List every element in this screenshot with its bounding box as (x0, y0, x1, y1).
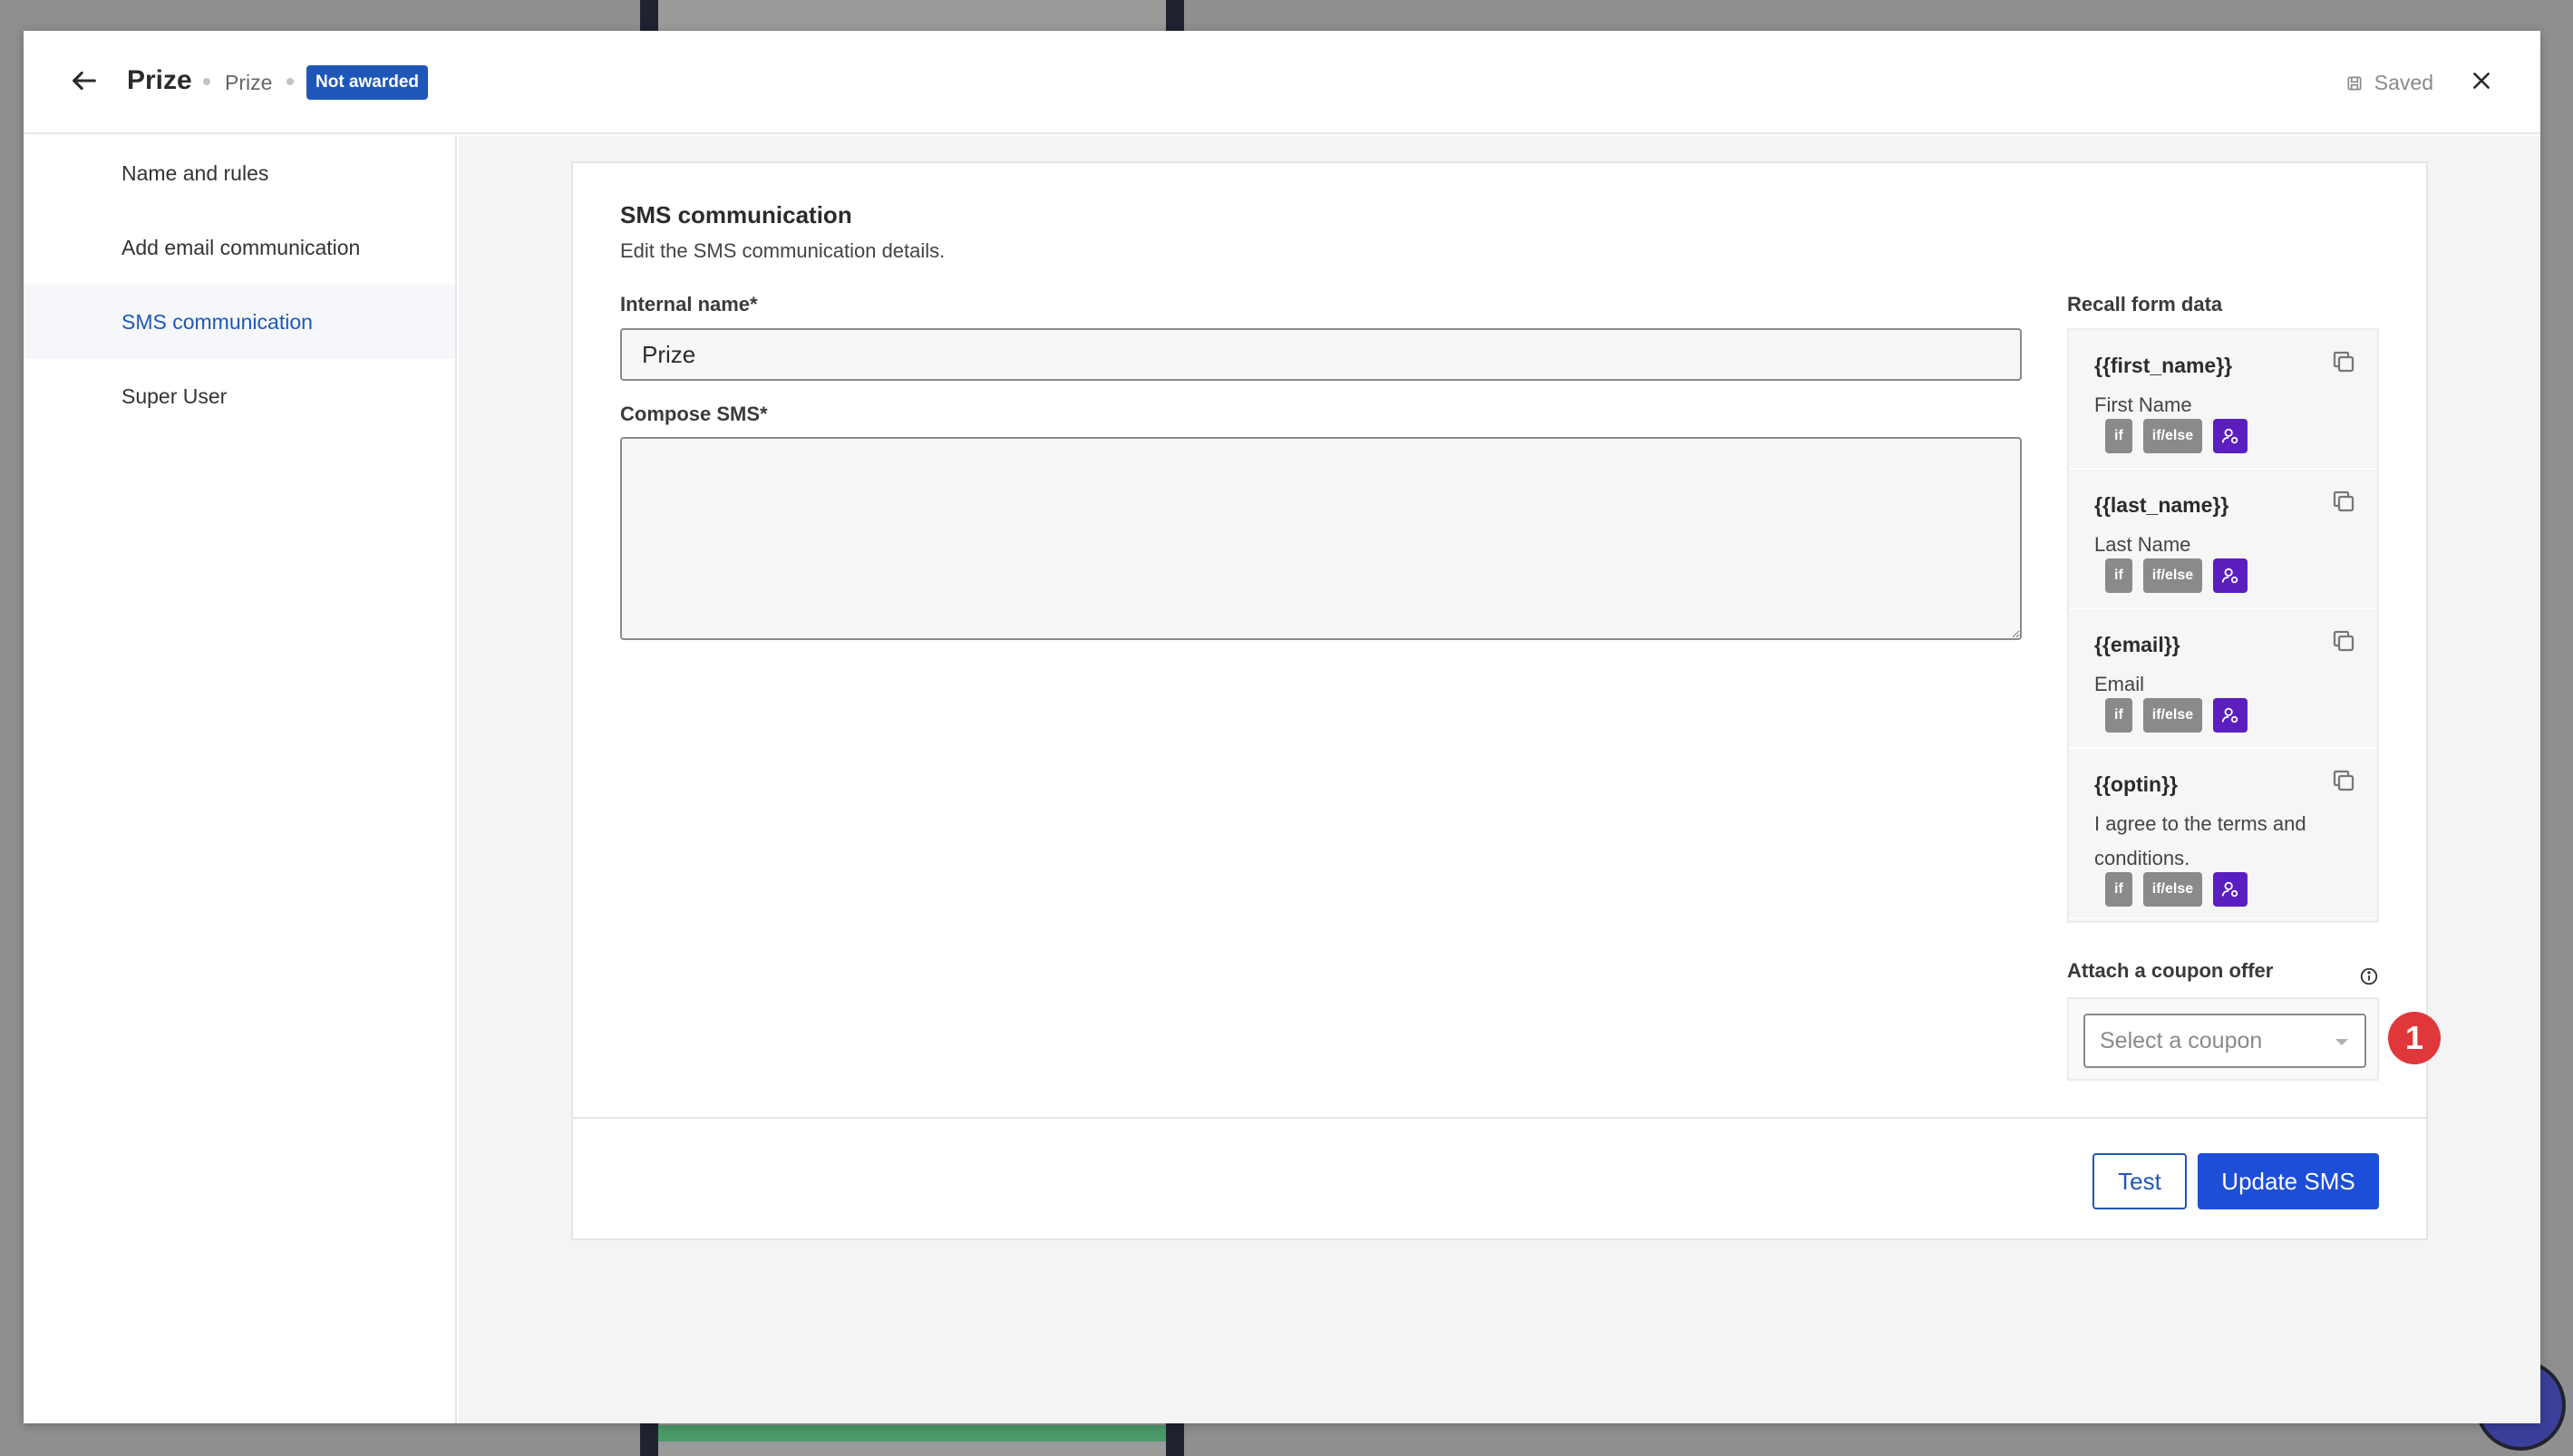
coupon-placeholder: Select a coupon (2100, 1028, 2263, 1053)
recall-item: {{email}} Email if if/else (2069, 609, 2377, 749)
update-sms-button[interactable]: Update SMS (2198, 1153, 2379, 1209)
section-title: SMS communication (620, 201, 852, 228)
copy-icon[interactable] (2330, 348, 2357, 375)
if-else-tag[interactable]: if/else (2142, 698, 2203, 733)
coupon-label: Attach a coupon offer (2067, 959, 2274, 982)
recall-variable: {{first_name}} (2094, 354, 2233, 377)
recall-form-data-label: Recall form data (2067, 293, 2223, 315)
arrow-left-icon (73, 71, 96, 91)
if-else-tag[interactable]: if/else (2142, 419, 2203, 453)
copy-icon[interactable] (2330, 767, 2357, 794)
sidebar-item-super-user[interactable]: Super User (24, 359, 455, 433)
section-description: Edit the SMS communication details. (620, 239, 946, 262)
user-icon (2221, 568, 2238, 584)
sidebar-item-sms-communication[interactable]: SMS communication (24, 285, 455, 359)
user-icon (2221, 707, 2238, 723)
edit-modal: Prize Prize Not awarded Saved Name and r… (24, 31, 2540, 1423)
person-tag[interactable] (2213, 558, 2248, 593)
internal-name-label: Internal name* (620, 293, 758, 315)
if-else-tag[interactable]: if/else (2142, 872, 2203, 907)
if-tag[interactable]: if (2105, 872, 2132, 907)
coupon-box: Select a coupon (2067, 997, 2379, 1081)
sms-form-card: SMS communication Edit the SMS communica… (571, 161, 2441, 1240)
status-badge: Not awarded (306, 65, 429, 100)
chevron-down-icon (2335, 1039, 2348, 1045)
back-button[interactable] (62, 58, 107, 103)
recall-description: Last Name (2094, 533, 2191, 556)
if-else-tag[interactable]: if/else (2142, 558, 2203, 593)
recall-description: I agree to the terms and conditions. (2094, 812, 2306, 869)
recall-item: {{optin}} I agree to the terms and condi… (2069, 749, 2377, 919)
info-icon[interactable] (2359, 966, 2379, 986)
recall-variable: {{email}} (2094, 633, 2180, 656)
saved-status: Saved (2345, 71, 2433, 95)
internal-name-input[interactable]: Prize (620, 328, 2022, 381)
compose-sms-textarea[interactable] (620, 437, 2022, 640)
modal-header: Prize Prize Not awarded Saved (24, 31, 2540, 134)
save-icon (2347, 76, 2362, 90)
page-title: Prize (127, 65, 192, 95)
recall-item: {{last_name}} Last Name if if/else (2069, 470, 2377, 609)
breadcrumb-subtitle: Prize (225, 71, 273, 94)
person-tag[interactable] (2213, 872, 2248, 907)
recall-description: Email (2094, 673, 2145, 695)
person-tag[interactable] (2213, 698, 2248, 733)
user-icon (2221, 428, 2238, 444)
recall-variable: {{last_name}} (2094, 493, 2229, 517)
sidebar-item-add-email-communication[interactable]: Add email communication (24, 210, 455, 285)
coupon-select[interactable]: Select a coupon (2083, 1014, 2366, 1068)
copy-icon[interactable] (2330, 627, 2357, 655)
background-app-bar (658, 1425, 1166, 1441)
sidebar-nav: Name and rules Add email communication S… (24, 136, 457, 1423)
if-tag[interactable]: if (2105, 419, 2132, 453)
if-tag[interactable]: if (2105, 698, 2132, 733)
test-button[interactable]: Test (2092, 1153, 2187, 1209)
copy-icon[interactable] (2330, 488, 2357, 515)
sidebar-item-name-and-rules[interactable]: Name and rules (24, 136, 455, 210)
recall-list: {{first_name}} First Name if if/else {{l… (2067, 328, 2379, 923)
recall-description: First Name (2094, 393, 2192, 416)
separator-dot (286, 78, 294, 85)
if-tag[interactable]: if (2105, 558, 2132, 593)
recall-item: {{first_name}} First Name if if/else (2069, 330, 2377, 470)
close-icon (2473, 73, 2490, 89)
user-icon (2221, 881, 2238, 898)
compose-sms-label: Compose SMS* (620, 403, 768, 425)
recall-variable: {{optin}} (2094, 772, 2178, 796)
close-button[interactable] (2459, 58, 2504, 103)
saved-label: Saved (2374, 71, 2433, 94)
card-footer: Test Update SMS (573, 1117, 2426, 1240)
main-content: SMS communication Edit the SMS communica… (459, 136, 2540, 1423)
separator-dot (203, 78, 210, 85)
annotation-marker: 1 (2388, 1012, 2441, 1064)
person-tag[interactable] (2213, 419, 2248, 453)
